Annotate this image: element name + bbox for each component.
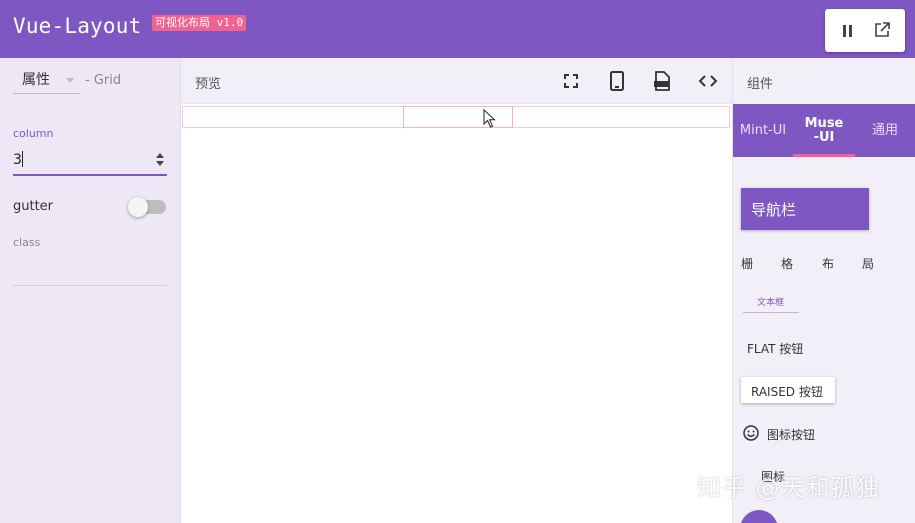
toggle-knob [128, 197, 148, 217]
preview-title: 预览 [195, 77, 222, 92]
smile-icon [743, 425, 759, 441]
properties-header: 属性 - Grid [13, 68, 173, 96]
external-link-icon[interactable] [873, 21, 891, 39]
components-panel: 组件 Mint-UI Muse-UI 通用 导航栏 栅 格 布 局 文本框 FL… [732, 58, 915, 523]
grid-word: 栅 [741, 257, 754, 271]
properties-select-label: 属性 [22, 72, 50, 88]
pause-icon[interactable] [841, 23, 855, 38]
grid-layout-component[interactable]: 栅 格 布 局 [741, 255, 901, 271]
version-badge: 可视化布局 v1.0 [152, 15, 247, 31]
number-spinner-icon[interactable] [156, 152, 165, 168]
gutter-toggle[interactable] [128, 197, 166, 217]
tab-indicator [793, 154, 855, 157]
code-icon[interactable] [698, 71, 718, 91]
watermark: 知乎 @天和孤独 [697, 474, 881, 502]
flat-button-component[interactable]: FLAT 按钮 [747, 340, 803, 357]
css-icon[interactable] [652, 71, 672, 91]
mouse-cursor-icon [483, 109, 496, 128]
column-value: 3 [13, 152, 22, 168]
preview-canvas[interactable] [181, 104, 732, 523]
tab-muse-ui-label: Muse-UI [804, 115, 844, 145]
text-cursor [22, 151, 23, 167]
grid-word: 布 [822, 257, 835, 271]
grid-column[interactable] [513, 107, 729, 127]
column-label: column [13, 127, 54, 140]
fullscreen-icon[interactable] [561, 71, 581, 91]
properties-panel: 属性 - Grid column 3 gutter class [0, 58, 181, 523]
icon-button-label: 图标按钮 [767, 428, 816, 442]
grid-word: 局 [862, 257, 875, 271]
gutter-label: gutter [13, 199, 54, 214]
textfield-component[interactable]: 文本框 [743, 289, 799, 313]
component-type-label: - Grid [85, 73, 122, 88]
properties-select[interactable]: 属性 [13, 68, 80, 94]
grid-column[interactable] [183, 107, 403, 127]
components-title: 组件 [747, 77, 774, 92]
app-header: Vue-Layout 可视化布局 v1.0 [0, 0, 915, 58]
navbar-component[interactable]: 导航栏 [741, 188, 869, 230]
grid-row[interactable] [182, 106, 730, 128]
raised-button-component[interactable]: RAISED 按钮 [741, 377, 835, 403]
class-label: class [13, 236, 41, 249]
mobile-icon[interactable] [607, 71, 627, 91]
component-tabs: Mint-UI Muse-UI 通用 [733, 104, 915, 157]
header-actions [825, 9, 905, 52]
textfield-label: 文本框 [757, 298, 785, 308]
column-input[interactable]: 3 [13, 148, 167, 176]
preview-toolbar: 预览 [181, 58, 732, 104]
tab-muse-ui[interactable]: Muse-UI [793, 104, 855, 157]
class-input[interactable] [13, 254, 167, 286]
tab-common[interactable]: 通用 [855, 104, 915, 157]
caret-down-icon [66, 78, 74, 83]
fab-button-component[interactable] [740, 510, 778, 523]
tab-mint-ui[interactable]: Mint-UI [733, 104, 793, 157]
grid-word: 格 [781, 257, 794, 271]
app-title: Vue-Layout [13, 14, 142, 38]
